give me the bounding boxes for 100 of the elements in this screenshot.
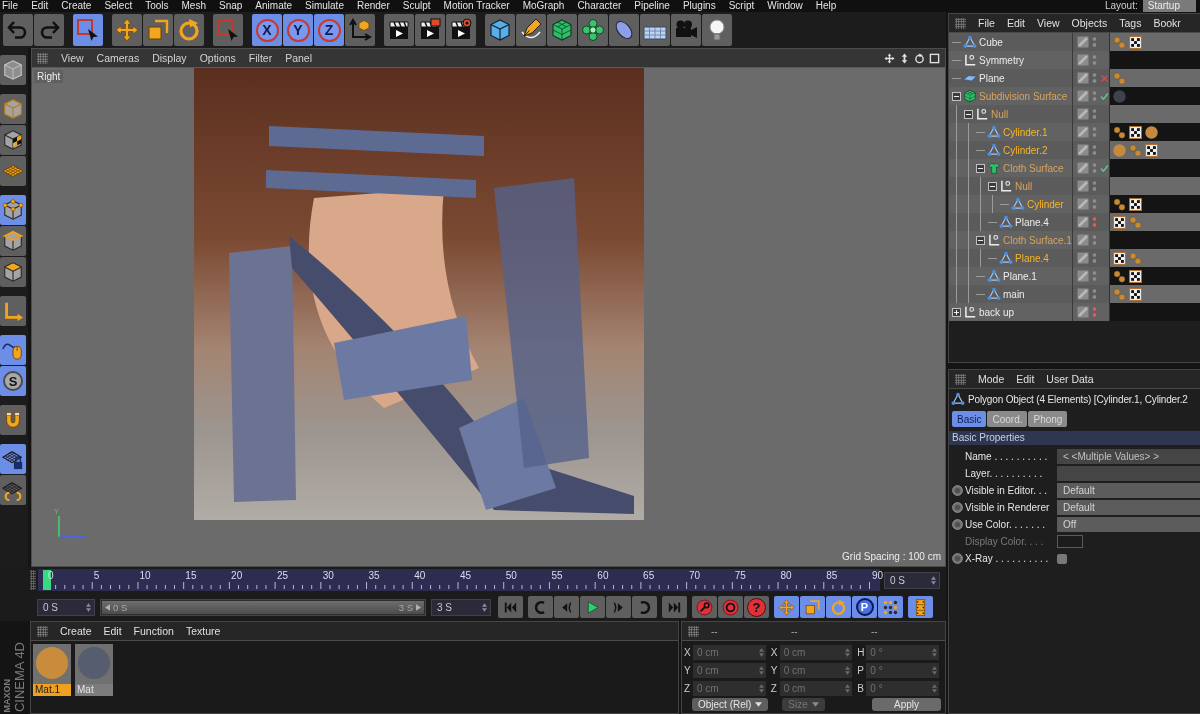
- deformer-button[interactable]: [609, 14, 639, 46]
- radio-icon[interactable]: [951, 502, 963, 513]
- axis-lock-button[interactable]: Y: [283, 14, 313, 46]
- menu-item[interactable]: Options: [199, 52, 236, 64]
- menu-item[interactable]: Tags: [1119, 17, 1142, 29]
- checker-icon[interactable]: [1113, 215, 1126, 229]
- menu-item[interactable]: Mode: [978, 373, 1005, 385]
- slashed-square-icon[interactable]: [1077, 126, 1089, 138]
- dot-pair-icon[interactable]: [1092, 162, 1097, 174]
- play-button[interactable]: [580, 596, 605, 618]
- dot-pair-icon[interactable]: [1092, 144, 1097, 156]
- menu-item[interactable]: Function: [133, 625, 174, 637]
- sphere-pair-icon[interactable]: [1113, 125, 1126, 139]
- floor-button[interactable]: [640, 14, 670, 46]
- dot-pair-icon[interactable]: [1092, 126, 1097, 138]
- dot-pair-icon[interactable]: [1092, 198, 1097, 210]
- solo-button[interactable]: S: [0, 366, 26, 396]
- menu-item[interactable]: Texture: [185, 625, 221, 637]
- collapse-icon[interactable]: [976, 235, 985, 245]
- menu-item[interactable]: Character: [577, 0, 622, 12]
- slashed-square-icon[interactable]: [1077, 90, 1089, 102]
- menu-item[interactable]: File: [2, 0, 19, 12]
- axis-lock-button[interactable]: Z: [314, 14, 344, 46]
- next-frame-button[interactable]: [606, 596, 631, 618]
- camera-button[interactable]: [671, 14, 701, 46]
- dot-pair-icon[interactable]: [1092, 108, 1097, 120]
- subdivision-button[interactable]: [547, 14, 577, 46]
- text-field[interactable]: [1057, 466, 1200, 481]
- cloner-button[interactable]: [578, 14, 608, 46]
- cross-icon[interactable]: [1100, 73, 1109, 83]
- mode-dropdown[interactable]: Object (Rel): [692, 698, 769, 711]
- slashed-square-icon[interactable]: [1077, 234, 1089, 246]
- radio-icon[interactable]: [951, 553, 963, 564]
- sphere-icon[interactable]: [1145, 125, 1158, 139]
- menu-item[interactable]: Plugins: [682, 0, 716, 12]
- live-select-button[interactable]: [73, 14, 103, 46]
- dropdown[interactable]: Default: [1057, 500, 1200, 515]
- menu-item[interactable]: User Data: [1046, 373, 1094, 385]
- object-row[interactable]: Symmetry: [949, 51, 1200, 69]
- undo-button[interactable]: [3, 14, 33, 46]
- tab[interactable]: Basic: [952, 411, 987, 427]
- coord-system-button[interactable]: [345, 14, 375, 46]
- rotate-button[interactable]: [174, 14, 204, 46]
- slashed-square-icon[interactable]: [1077, 252, 1089, 264]
- planar-workplane-button[interactable]: [0, 475, 26, 505]
- collapse-icon[interactable]: [976, 163, 985, 173]
- autokey-button[interactable]: [718, 596, 743, 618]
- object-row[interactable]: Cylinder.1: [949, 123, 1200, 141]
- slashed-square-icon[interactable]: [1077, 180, 1089, 192]
- slashed-square-icon[interactable]: [1077, 144, 1089, 156]
- param-button[interactable]: P: [852, 596, 877, 618]
- menu-item[interactable]: Pipeline: [634, 0, 670, 12]
- menu-item[interactable]: Create: [60, 625, 92, 637]
- menu-item[interactable]: Cameras: [96, 52, 140, 64]
- edges-button[interactable]: [0, 226, 26, 256]
- menu-item[interactable]: Sculpt: [402, 0, 431, 12]
- check-icon[interactable]: [1100, 163, 1109, 173]
- collapse-icon[interactable]: [952, 91, 961, 101]
- menu-item[interactable]: Filter: [248, 52, 273, 64]
- material-tile[interactable]: Mat.1: [33, 644, 71, 696]
- prev-frame-button[interactable]: [554, 596, 579, 618]
- scale-button[interactable]: [800, 596, 825, 618]
- menu-item[interactable]: View: [61, 52, 84, 64]
- slashed-square-icon[interactable]: [1077, 36, 1089, 48]
- object-row[interactable]: back up: [949, 303, 1200, 321]
- tweak-button[interactable]: [0, 335, 26, 365]
- record-button[interactable]: [692, 596, 717, 618]
- axis-lock-button[interactable]: X: [252, 14, 282, 46]
- menu-item[interactable]: Help: [815, 0, 837, 12]
- move-button[interactable]: [774, 596, 799, 618]
- render-view-button[interactable]: [384, 14, 414, 46]
- dot-pair-icon[interactable]: [1092, 90, 1097, 102]
- menu-item[interactable]: Objects: [1071, 17, 1108, 29]
- checker-icon[interactable]: [1129, 197, 1142, 211]
- slashed-square-icon[interactable]: [1077, 288, 1089, 300]
- object-row[interactable]: Plane: [949, 69, 1200, 87]
- menu-item[interactable]: File: [978, 17, 995, 29]
- object-row[interactable]: Plane.4: [949, 213, 1200, 231]
- dot-pair-icon[interactable]: [1092, 36, 1097, 48]
- light-button[interactable]: [702, 14, 732, 46]
- menu-item[interactable]: Bookr: [1153, 17, 1181, 29]
- move-view-icon[interactable]: [884, 52, 895, 64]
- move-button[interactable]: [112, 14, 142, 46]
- radio-icon[interactable]: [951, 519, 963, 530]
- dot-pair-icon[interactable]: [1092, 270, 1097, 282]
- slashed-square-icon[interactable]: [1077, 306, 1089, 318]
- dot-pair-icon[interactable]: [1092, 180, 1097, 192]
- dot-pair-icon[interactable]: [1092, 252, 1097, 264]
- collapse-icon[interactable]: [964, 109, 973, 119]
- menu-item[interactable]: Mesh: [181, 0, 206, 12]
- dot-pair-icon[interactable]: [1092, 72, 1097, 84]
- checker-icon[interactable]: [1129, 35, 1142, 49]
- dot-pair-icon[interactable]: [1092, 288, 1097, 300]
- radio-icon[interactable]: [951, 485, 963, 496]
- dropdown[interactable]: Off: [1057, 517, 1200, 532]
- menu-item[interactable]: Create: [61, 0, 92, 12]
- polygons-button[interactable]: [0, 257, 26, 287]
- go-start-button[interactable]: [498, 596, 523, 618]
- text-field[interactable]: < <Multiple Values> >: [1057, 449, 1200, 464]
- menu-item[interactable]: Window: [767, 0, 803, 12]
